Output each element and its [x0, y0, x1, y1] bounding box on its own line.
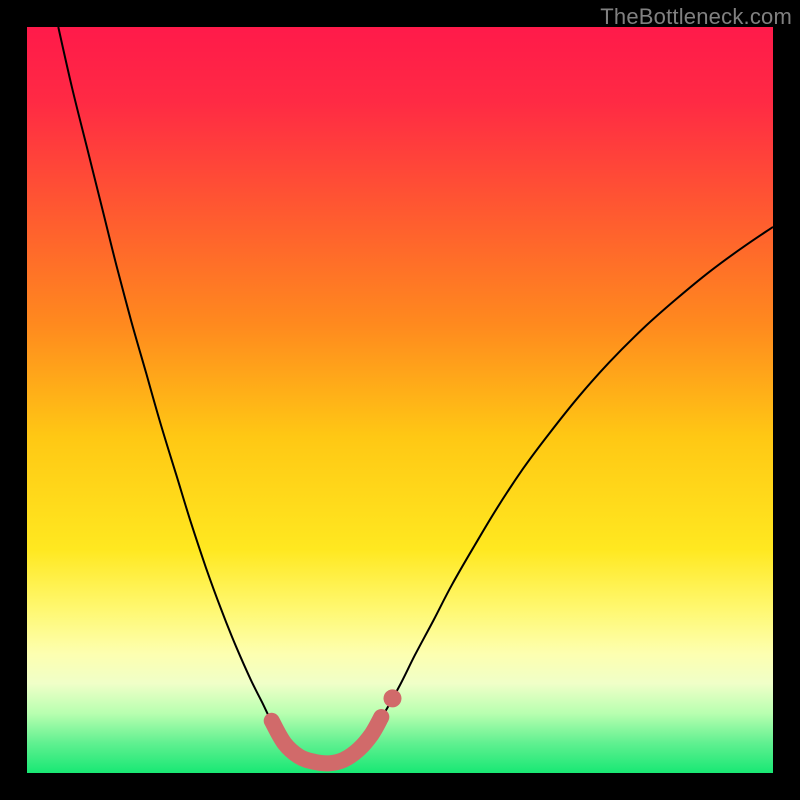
- gradient-background: [27, 27, 773, 773]
- highlight-dot: [384, 689, 402, 707]
- plot-area: [27, 27, 773, 773]
- watermark-text: TheBottleneck.com: [600, 4, 792, 30]
- chart-frame: TheBottleneck.com: [0, 0, 800, 800]
- chart-svg: [27, 27, 773, 773]
